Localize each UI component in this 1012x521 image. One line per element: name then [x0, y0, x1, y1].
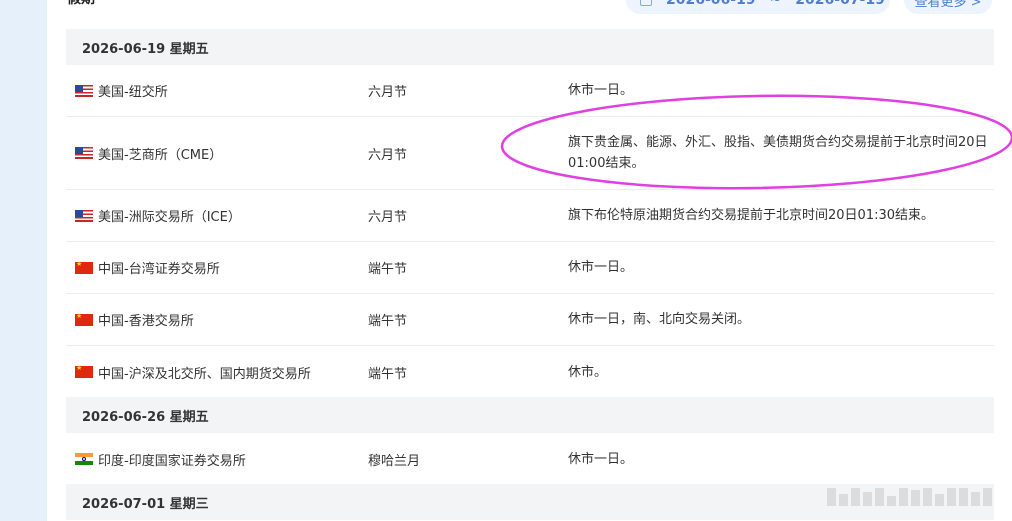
date-range-end: 2026-07-19 [795, 0, 885, 8]
table-row: 美国-纽交所 六月节 休市一日。 [66, 65, 994, 117]
date-header: 2026-06-19 星期五 [66, 29, 994, 65]
exchange-name: 中国-台湾证券交易所 [98, 262, 220, 277]
date-range-start: 2026-06-19 [666, 0, 756, 8]
us-flag-icon [75, 84, 93, 97]
calendar-icon [640, 0, 652, 6]
date-range-separator: ~ [769, 0, 782, 8]
date-range-picker[interactable]: 2026-06-19 ~ 2026-07-19 [626, 0, 890, 14]
holiday-note: 休市一日。 [568, 83, 634, 98]
exchange-cell: 中国-台湾证券交易所 [75, 242, 220, 293]
holiday-note: 休市一日。 [568, 260, 634, 275]
exchange-cell: 印度-印度国家证券交易所 [75, 433, 246, 485]
holiday-name: 六月节 [368, 210, 408, 225]
exchange-cell: 美国-芝商所（CME） [75, 117, 222, 189]
holiday-note: 旗下布伦特原油期货合约交易提前于北京时间20日01:30结束。 [568, 208, 935, 223]
holiday-panel: 假期 2026-06-19 ~ 2026-07-19 查看更多 > 2026-0… [47, 0, 1012, 521]
table-row: 中国-沪深及北交所、国内期货交易所 端午节 休市。 [66, 346, 994, 398]
cn-flag-icon [75, 312, 93, 326]
view-more-button[interactable]: 查看更多 > [904, 0, 992, 14]
holiday-name: 端午节 [368, 314, 408, 329]
watermark-logo [827, 488, 992, 506]
in-flag-icon [75, 453, 93, 465]
holiday-note: 休市。 [568, 364, 608, 380]
left-gutter [0, 0, 47, 521]
exchange-cell: 美国-纽交所 [75, 65, 168, 116]
exchange-name: 中国-香港交易所 [98, 314, 194, 329]
table-row: 中国-香港交易所 端午节 休市一日，南、北向交易关闭。 [66, 294, 994, 346]
exchange-cell: 中国-香港交易所 [75, 294, 194, 345]
exchange-name: 美国-洲际交易所（ICE） [98, 210, 241, 225]
holiday-name: 穆哈兰月 [368, 453, 421, 469]
holiday-note: 休市一日。 [568, 451, 634, 467]
exchange-cell: 美国-洲际交易所（ICE） [75, 190, 241, 241]
date-header: 2026-06-26 星期五 [66, 397, 994, 433]
holiday-name: 六月节 [368, 147, 408, 163]
holiday-name: 六月节 [368, 85, 408, 100]
holiday-note: 旗下贵金属、能源、外汇、股指、美债期货合约交易提前于北京时间20日01:00结束… [568, 135, 988, 171]
table-row: 美国-芝商所（CME） 六月节 旗下贵金属、能源、外汇、股指、美债期货合约交易提… [66, 117, 994, 190]
exchange-cell: 中国-沪深及北交所、国内期货交易所 [75, 346, 311, 398]
exchange-name: 美国-纽交所 [98, 85, 168, 100]
holiday-note: 休市一日，南、北向交易关闭。 [568, 312, 751, 327]
exchange-name: 美国-芝商所（CME） [98, 147, 223, 163]
cn-flag-icon [75, 364, 93, 378]
exchange-name: 印度-印度国家证券交易所 [98, 453, 246, 469]
table-row: 美国-洲际交易所（ICE） 六月节 旗下布伦特原油期货合约交易提前于北京时间20… [66, 190, 994, 242]
exchange-name: 中国-沪深及北交所、国内期货交易所 [98, 366, 311, 382]
holiday-name: 端午节 [368, 366, 408, 382]
cn-flag-icon [75, 260, 93, 274]
table-row: 印度-印度国家证券交易所 穆哈兰月 休市一日。 [66, 433, 994, 485]
us-flag-icon [75, 209, 93, 222]
us-flag-icon [75, 147, 93, 159]
panel-title: 假期 [67, 0, 95, 8]
holiday-name: 端午节 [368, 262, 408, 277]
table-row: 中国-台湾证券交易所 端午节 休市一日。 [66, 242, 994, 294]
